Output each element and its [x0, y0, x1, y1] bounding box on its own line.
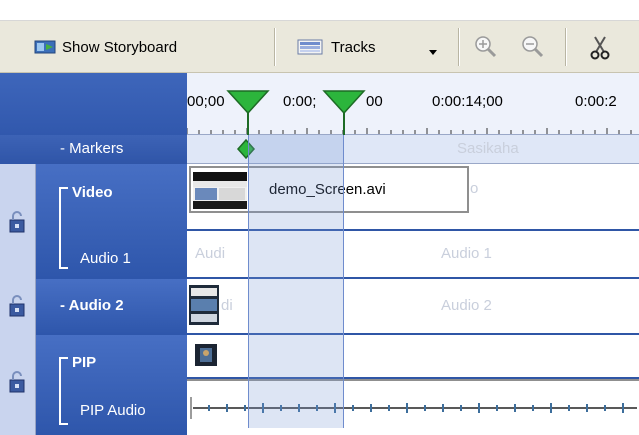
audio1-lane[interactable]: Audi Audio 1	[187, 231, 639, 279]
markers-track-header[interactable]: - Markers	[0, 135, 187, 164]
show-storyboard-label: Show Storyboard	[62, 38, 178, 56]
audio2-track-header[interactable]: - Audio 2	[36, 279, 187, 335]
video-clip[interactable]: demo_Screen.avi	[189, 166, 469, 213]
ruler-time-label: 00;00	[187, 93, 225, 110]
toolbar-separator	[274, 28, 276, 66]
pip-lane[interactable]	[187, 335, 639, 379]
toolbar-separator	[565, 28, 567, 66]
ruler-time-label: 0:00:14;00	[432, 93, 503, 110]
audio2-lane[interactable]: di Audio 2	[187, 279, 639, 335]
video-clip-name: demo_Screen.avi	[269, 181, 386, 198]
audio1-ghost-left: Audi	[195, 245, 226, 262]
window-top-strip	[0, 0, 639, 21]
ruler-ticks	[187, 128, 632, 134]
dropdown-arrow-icon[interactable]	[428, 44, 438, 55]
out-point-line	[343, 113, 345, 135]
pip-audio-track-label: PIP Audio	[80, 402, 146, 419]
video-track-label: Video	[72, 184, 113, 201]
pip-clip-thumbnail[interactable]	[195, 344, 217, 366]
tracks-label: Tracks	[331, 38, 376, 56]
audio1-track-label: Audio 1	[80, 250, 131, 267]
in-point-marker-icon[interactable]	[226, 89, 270, 115]
markers-ghost-text: Sasikaha	[457, 140, 519, 157]
ruler-time-label: 00	[366, 93, 383, 110]
in-point-line	[247, 113, 249, 135]
toolbar-separator	[458, 28, 460, 66]
ruler-corner	[0, 73, 187, 135]
audio2-ghost-center: Audio 2	[441, 297, 492, 314]
ruler-time-label: 0:00:2	[575, 93, 617, 110]
audio2-clip-thumbnail[interactable]	[189, 285, 219, 325]
video-ghost-text: o	[470, 180, 479, 197]
audio2-ghost-left: di	[221, 297, 233, 314]
marker-diamond-icon[interactable]	[235, 138, 257, 160]
storyboard-icon	[34, 39, 56, 55]
audio2-track-label: - Audio 2	[60, 297, 124, 314]
scissors-icon[interactable]	[587, 34, 613, 60]
markers-track-label: - Markers	[60, 140, 124, 157]
tracks-button[interactable]: Tracks	[297, 31, 407, 63]
lock-icon[interactable]	[6, 294, 28, 318]
zoom-out-icon[interactable]	[521, 35, 545, 59]
lock-icon[interactable]	[6, 210, 28, 234]
pip-audio-waveform	[190, 397, 637, 419]
show-storyboard-button[interactable]: Show Storyboard	[34, 31, 250, 63]
audio1-ghost-center: Audio 1	[441, 245, 492, 262]
zoom-in-icon[interactable]	[474, 35, 498, 59]
out-point-marker-icon[interactable]	[322, 89, 366, 115]
video-clip-thumbnail	[193, 172, 247, 209]
track-group-bracket	[59, 187, 68, 269]
ruler-time-label: 0:00;	[283, 93, 317, 110]
lock-icon[interactable]	[6, 370, 28, 394]
track-group-bracket	[59, 357, 68, 425]
tracks-icon	[297, 38, 323, 56]
pip-track-label: PIP	[72, 354, 97, 371]
